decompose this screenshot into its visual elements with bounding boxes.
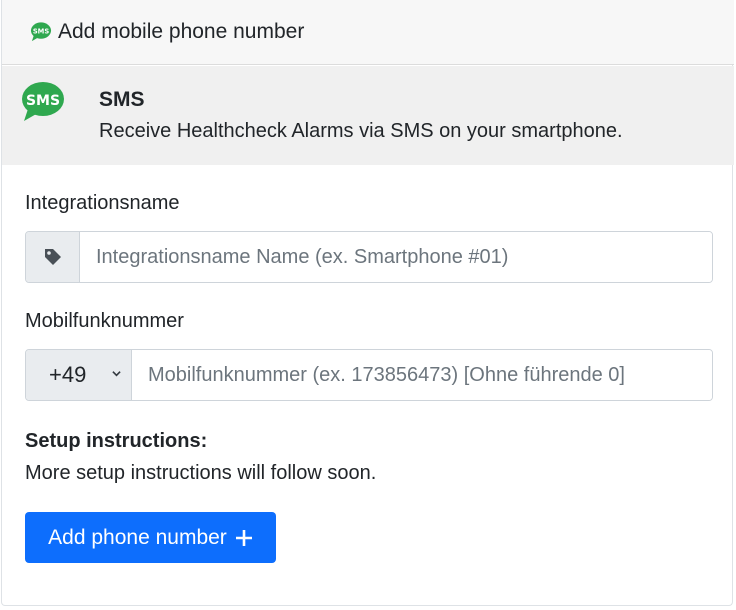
phone-group: +49 [25, 349, 713, 401]
tag-addon [26, 232, 80, 282]
plus-icon [235, 529, 252, 546]
integration-card: SMS Add mobile phone number SMS SMS Rece… [1, 0, 734, 606]
integration-description: Receive Healthcheck Alarms via SMS on yo… [99, 120, 623, 142]
sms-icon-text: SMS [33, 27, 49, 35]
card-header-title: Add mobile phone number [58, 20, 305, 43]
add-phone-number-button[interactable]: Add phone number [25, 512, 276, 563]
add-phone-number-label: Add phone number [48, 525, 227, 549]
integration-title: SMS [99, 88, 145, 111]
integration-name-group [25, 231, 713, 283]
phone-input[interactable] [132, 350, 712, 400]
integration-name-label: Integrationsname [25, 192, 180, 214]
sms-icon: SMS [22, 82, 64, 121]
setup-instructions-text: More setup instructions will follow soon… [25, 462, 377, 484]
tag-icon [44, 249, 61, 265]
card-header: SMS Add mobile phone number [2, 0, 734, 65]
setup-instructions-title: Setup instructions: [25, 430, 208, 452]
country-code-select[interactable]: +49 [26, 350, 132, 400]
sms-icon: SMS [30, 22, 52, 42]
phone-label: Mobilfunknummer [25, 310, 184, 332]
integration-name-input[interactable] [80, 232, 712, 282]
chevron-down-icon [112, 371, 121, 377]
country-code-value: +49 [49, 362, 87, 387]
integration-banner: SMS SMS Receive Healthcheck Alarms via S… [2, 66, 734, 165]
sms-icon-text: SMS [26, 93, 60, 109]
